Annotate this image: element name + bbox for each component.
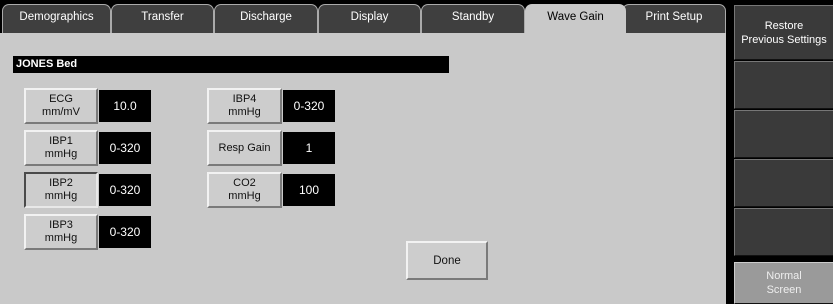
- tab-wave-gain[interactable]: Wave Gain: [525, 4, 626, 34]
- resp-gain-value[interactable]: 1: [283, 132, 335, 164]
- tab-print-setup[interactable]: Print Setup: [622, 4, 726, 33]
- side-button-column: Restore Previous Settings Normal Screen: [726, 0, 833, 304]
- tab-transfer[interactable]: Transfer: [111, 4, 214, 33]
- restore-previous-settings-button[interactable]: Restore Previous Settings: [734, 5, 833, 60]
- side-button-blank-4[interactable]: [734, 208, 833, 256]
- co2-gain-button[interactable]: CO2 mmHg: [207, 172, 282, 208]
- bed-label: JONES Bed: [13, 56, 449, 73]
- resp-gain-button[interactable]: Resp Gain: [207, 130, 282, 166]
- co2-gain-value[interactable]: 100: [283, 174, 335, 206]
- side-button-blank-1[interactable]: [734, 61, 833, 109]
- ibp3-gain-button[interactable]: IBP3 mmHg: [24, 214, 98, 250]
- ibp1-gain-button[interactable]: IBP1 mmHg: [24, 130, 98, 166]
- tab-display[interactable]: Display: [318, 4, 421, 33]
- ibp3-gain-value[interactable]: 0-320: [99, 216, 151, 248]
- done-button[interactable]: Done: [406, 241, 488, 280]
- ibp2-gain-value[interactable]: 0-320: [99, 174, 151, 206]
- wave-gain-panel: JONES Bed ECG mm/mV 10.0 IBP1 mmHg 0-320…: [0, 33, 726, 304]
- tab-demographics[interactable]: Demographics: [2, 4, 111, 33]
- side-button-blank-2[interactable]: [734, 110, 833, 158]
- tab-bar: Demographics Transfer Discharge Display …: [0, 0, 726, 34]
- tab-discharge[interactable]: Discharge: [214, 4, 318, 33]
- ibp2-gain-button[interactable]: IBP2 mmHg: [24, 172, 98, 208]
- ecg-gain-value[interactable]: 10.0: [99, 90, 151, 122]
- normal-screen-button[interactable]: Normal Screen: [734, 262, 833, 304]
- ibp4-gain-value[interactable]: 0-320: [283, 90, 335, 122]
- ecg-gain-button[interactable]: ECG mm/mV: [24, 88, 98, 124]
- ibp1-gain-value[interactable]: 0-320: [99, 132, 151, 164]
- ibp4-gain-button[interactable]: IBP4 mmHg: [207, 88, 282, 124]
- side-button-blank-3[interactable]: [734, 159, 833, 207]
- tab-standby[interactable]: Standby: [421, 4, 525, 33]
